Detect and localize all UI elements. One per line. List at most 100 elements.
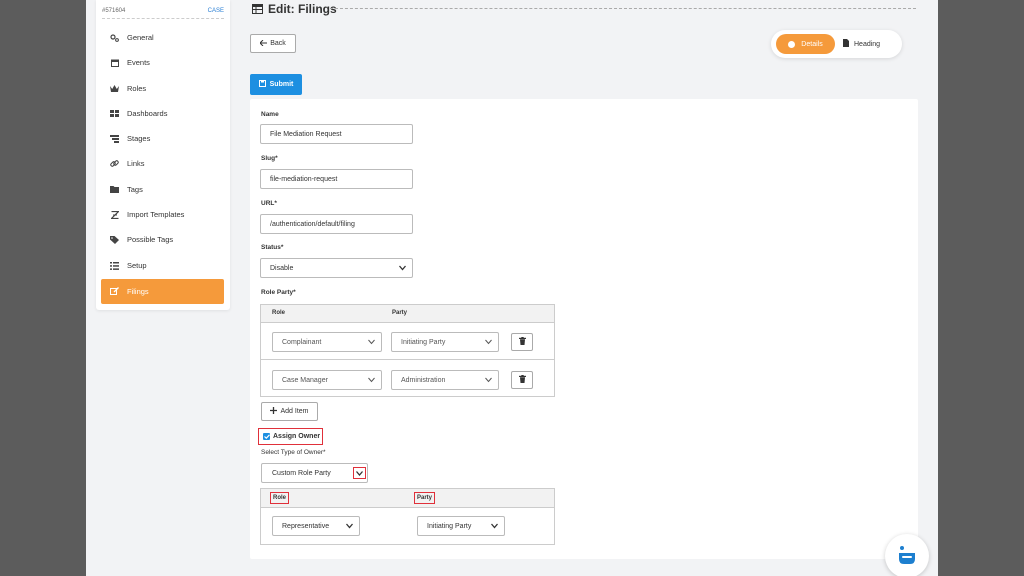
url-input[interactable]: /authentication/default/filing (260, 214, 413, 234)
slug-input[interactable]: file-mediation-request (260, 169, 413, 189)
chevron-down-icon (399, 265, 406, 271)
form-card: Name File Mediation Request Slug* file-m… (250, 99, 918, 559)
arrow-left-icon (259, 39, 268, 48)
title-divider (330, 8, 916, 9)
owner-type-value: Custom Role Party (272, 469, 331, 477)
trash-icon (518, 337, 526, 347)
file-icon (843, 39, 849, 49)
chevron-down-icon (368, 377, 375, 383)
role-select[interactable]: Complainant (272, 332, 382, 352)
url-label: URL* (261, 200, 277, 207)
sidebar-item-links[interactable]: Links (101, 151, 224, 176)
chevron-down-icon (346, 523, 353, 529)
delete-row-button[interactable] (511, 371, 533, 389)
page-title: Edit: Filings (252, 2, 337, 16)
role-value: Complainant (282, 338, 322, 346)
case-id: #571604 (102, 7, 126, 14)
info-icon (788, 40, 796, 48)
submit-label: Submit (269, 81, 294, 88)
owner-party-value: Initiating Party (427, 522, 472, 530)
save-icon (258, 80, 266, 89)
tab-details[interactable]: Details (776, 34, 835, 54)
slug-label: Slug* (261, 155, 278, 162)
sidebar-item-label: Setup (127, 261, 147, 270)
chevron-down-icon (491, 523, 498, 529)
crown-icon (109, 85, 120, 92)
assign-owner-checkbox[interactable]: Assign Owner (258, 428, 323, 445)
sidebar-item-roles[interactable]: Roles (101, 76, 224, 101)
page-title-text: Edit: Filings (268, 2, 337, 16)
name-label: Name (261, 111, 279, 118)
table-row: Case Manager Administration (261, 361, 554, 398)
chevron-down-icon (353, 467, 366, 479)
owner-table: Role Party Representative Initiating Par… (260, 488, 555, 545)
sidebar-item-import-templates[interactable]: Import Templates (101, 202, 224, 227)
case-link[interactable]: CASE (208, 8, 224, 14)
sidebar-item-label: Links (127, 159, 145, 168)
status-select[interactable]: Disable (260, 258, 413, 278)
sidebar-item-label: Tags (127, 185, 143, 194)
table-header: Role Party (261, 489, 554, 508)
chat-widget-button[interactable] (885, 534, 929, 576)
chevron-down-icon (485, 339, 492, 345)
delete-row-button[interactable] (511, 333, 533, 351)
sidebar-item-dashboards[interactable]: Dashboards (101, 101, 224, 126)
tab-details-label: Details (801, 40, 823, 48)
role-party-table: Role Party Complainant Initiating Party (260, 304, 555, 397)
sidebar-item-filings[interactable]: Filings (101, 279, 224, 304)
back-button[interactable]: Back (250, 34, 296, 53)
submit-button[interactable]: Submit (250, 74, 302, 95)
back-label: Back (270, 40, 286, 47)
name-input[interactable]: File Mediation Request (260, 124, 413, 144)
sidebar-item-label: Roles (127, 84, 147, 93)
cogs-icon (109, 33, 120, 42)
folder-icon (109, 186, 120, 193)
owner-party-select[interactable]: Initiating Party (417, 516, 505, 536)
trash-icon (518, 375, 526, 385)
tag-icon (109, 235, 120, 244)
status-value: Disable (270, 264, 294, 272)
owner-role-value: Representative (282, 522, 330, 530)
tab-heading-label: Heading (854, 40, 881, 48)
list-icon (109, 261, 120, 270)
role-select[interactable]: Case Manager (272, 370, 382, 390)
add-item-button[interactable]: Add Item (261, 402, 318, 421)
sidebar-item-stages[interactable]: Stages (101, 126, 224, 151)
party-select[interactable]: Administration (391, 370, 499, 390)
chevron-down-icon (368, 339, 375, 345)
sidebar-item-setup[interactable]: Setup (101, 253, 224, 278)
sidebar-item-tags[interactable]: Tags (101, 177, 224, 202)
checkmark-icon (263, 433, 270, 440)
sidebar-item-label: Stages (127, 134, 151, 143)
stages-icon (109, 134, 120, 143)
table-header: Role Party (261, 305, 554, 323)
sidebar-item-label: Filings (127, 287, 149, 296)
edit-icon (109, 287, 120, 296)
role-party-label: Role Party* (261, 289, 296, 296)
owner-type-select[interactable]: Custom Role Party (261, 463, 368, 483)
dashboard-icon (109, 110, 120, 117)
table-icon (252, 4, 263, 14)
sidebar-item-label: Events (127, 58, 150, 67)
sidebar-item-general[interactable]: General (101, 25, 224, 50)
sidebar-item-possible-tags[interactable]: Possible Tags (101, 227, 224, 252)
column-header-role: Role (272, 310, 286, 316)
party-select[interactable]: Initiating Party (391, 332, 499, 352)
party-value: Administration (401, 376, 446, 384)
column-header-party: Party (414, 492, 436, 504)
tab-heading[interactable]: Heading (843, 34, 880, 54)
sidebar-item-label: Possible Tags (127, 235, 174, 244)
link-icon (109, 159, 120, 168)
assign-owner-label: Assign Owner (273, 433, 321, 440)
plus-icon (270, 407, 278, 416)
table-row: Complainant Initiating Party (261, 323, 554, 360)
role-value: Case Manager (282, 376, 328, 384)
sidebar-item-label: Import Templates (127, 210, 185, 219)
add-item-label: Add Item (280, 408, 309, 415)
owner-role-select[interactable]: Representative (272, 516, 360, 536)
case-header: #571604 CASE (102, 3, 224, 19)
calendar-icon (109, 59, 120, 67)
chat-bot-icon (898, 545, 916, 567)
import-icon (109, 210, 120, 219)
sidebar-item-events[interactable]: Events (101, 50, 224, 75)
